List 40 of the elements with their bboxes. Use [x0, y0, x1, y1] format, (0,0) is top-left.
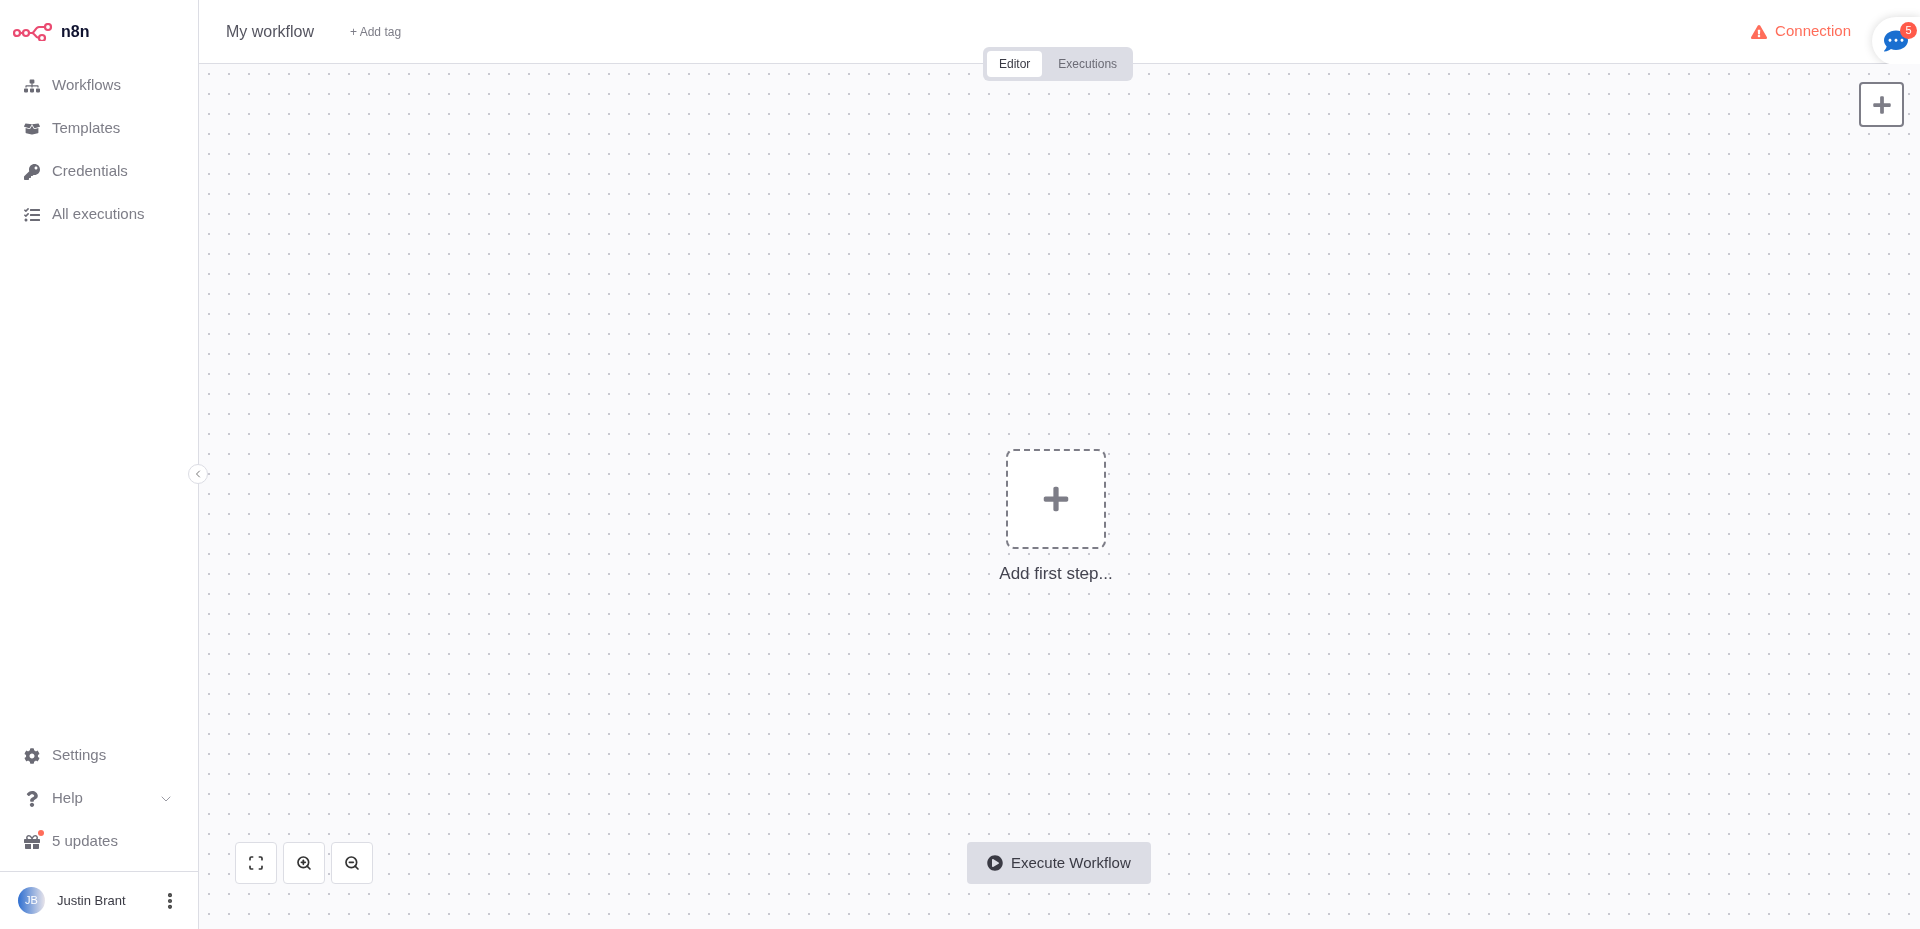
- sidebar-item[interactable]: Credentials: [0, 150, 198, 193]
- box-icon: [24, 120, 40, 137]
- gift-icon: [24, 833, 40, 850]
- sidebar-item[interactable]: Templates: [0, 107, 198, 150]
- sidebar-item[interactable]: Settings: [0, 734, 198, 777]
- zoom-in-icon: [296, 855, 312, 871]
- question-mark-icon: [24, 790, 40, 807]
- sidebar-item[interactable]: Help: [0, 777, 198, 820]
- chat-button[interactable]: 5: [1872, 17, 1920, 65]
- sidebar-item[interactable]: 5 updates: [0, 820, 198, 863]
- fit-view-button[interactable]: [235, 842, 277, 884]
- checklist-icon: [24, 206, 40, 223]
- play-icon: [987, 855, 1003, 871]
- zoom-in-button[interactable]: [283, 842, 325, 884]
- user-name: Justin Brant: [57, 891, 127, 910]
- sitemap-icon: [24, 77, 40, 94]
- add-first-step-button[interactable]: [1006, 449, 1106, 549]
- avatar: JB: [18, 887, 45, 914]
- add-tag-link[interactable]: + Add tag: [350, 22, 402, 41]
- logo-text: n8n: [61, 22, 90, 42]
- plus-icon: [1042, 485, 1070, 513]
- view-tab[interactable]: Executions: [1046, 51, 1130, 77]
- execute-workflow-button[interactable]: Execute Workflow: [967, 842, 1151, 884]
- plus-icon: [1871, 94, 1892, 115]
- zoom-out-button[interactable]: [331, 842, 373, 884]
- warning-icon: [1751, 23, 1768, 40]
- add-node-button[interactable]: [1859, 82, 1904, 127]
- key-icon: [24, 163, 40, 180]
- add-first-step-label: Add first step...: [999, 563, 1113, 585]
- sidebar-item[interactable]: All executions: [0, 193, 198, 236]
- logo-icon: [13, 23, 53, 41]
- sidebar-item[interactable]: Workflows: [0, 64, 198, 107]
- fullscreen-icon: [248, 855, 264, 871]
- zoom-out-icon: [344, 855, 360, 871]
- notification-badge: 5: [1900, 22, 1917, 39]
- settings-icon: [24, 747, 40, 764]
- chat-icon: [1884, 29, 1908, 53]
- view-tab[interactable]: Editor: [987, 51, 1043, 77]
- connection-status[interactable]: Connection: [1751, 20, 1851, 43]
- workflow-name[interactable]: My workflow: [226, 19, 314, 44]
